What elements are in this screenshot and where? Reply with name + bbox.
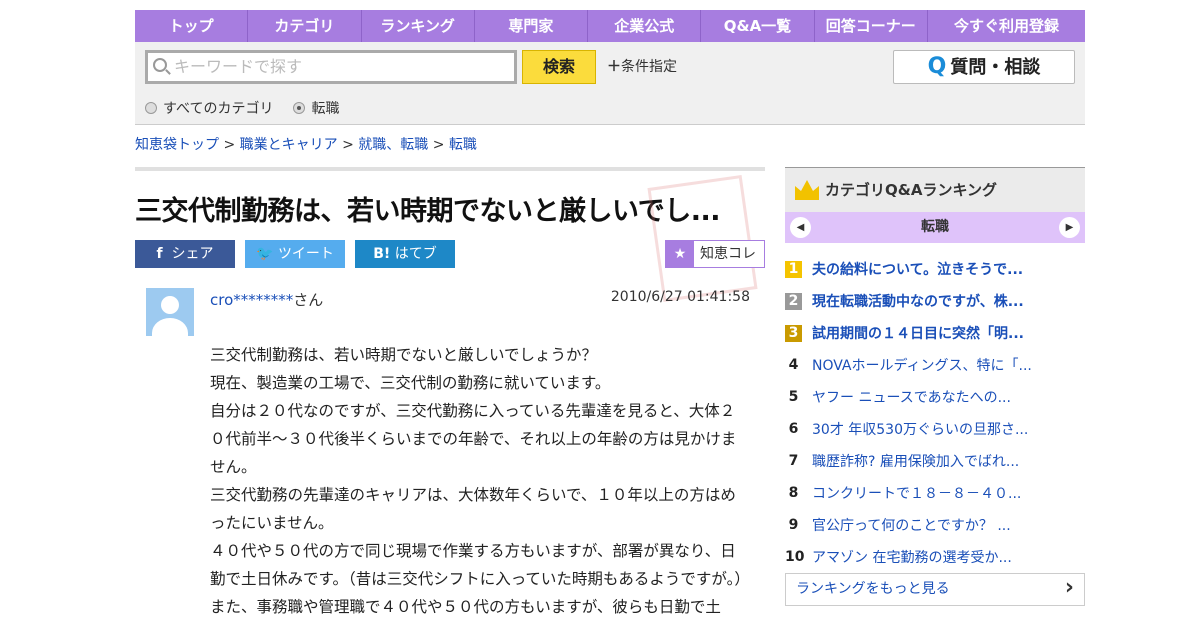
ranking-item: 2 現在転職活動中なのですが、株... (785, 285, 1085, 317)
breadcrumb-link[interactable]: 就職、転職 (358, 137, 428, 153)
q-icon: Q (927, 54, 947, 79)
facebook-share-button[interactable]: f シェア (135, 240, 235, 268)
body-line: 自分は２０代なのですが、三交代勤務に入っている先輩達を見ると、大体２０代前半～３… (210, 402, 737, 476)
avatar[interactable] (146, 288, 194, 336)
user-link[interactable]: cro******** (210, 291, 293, 309)
ranking-item: 9 官公庁って何のことですか？ ... (785, 509, 1085, 541)
search-button[interactable]: 検索 (522, 50, 596, 84)
radio-current-category[interactable]: 転職 (293, 98, 339, 118)
ranking-category: 転職 (921, 219, 949, 235)
question-body: 三交代制勤務は、若い時期でないと厳しいでしょうか？ 現在、製造業の工場で、三交代… (210, 341, 750, 621)
radio-label: すべてのカテゴリ (163, 101, 274, 117)
body-line: 三交代勤務の先輩達のキャリアは、大体数年くらいで、１０年以上の方はめったにいませ… (210, 486, 736, 532)
rank-number: 10 (785, 548, 805, 565)
more-ranking-link[interactable]: ランキングをもっと見る (785, 572, 1085, 606)
breadcrumb-link[interactable]: 転職 (449, 137, 477, 153)
radio-icon (145, 102, 157, 114)
body-line: ４０代や５０代の方で同じ現場で作業する方もいますが、部署が異なり、日勤で土日休み… (210, 542, 750, 588)
post-date: 2010/6/27 01:41:58 (610, 289, 750, 305)
ranking-title: カテゴリQ&Aランキング (825, 181, 997, 199)
nav-official[interactable]: 企業公式 (588, 10, 702, 42)
ranking-item: 5 ヤフー ニュースであなたへの... (785, 381, 1085, 413)
hatebu-button[interactable]: B! はてブ (355, 240, 455, 268)
nav-answer-corner[interactable]: 回答コーナー (815, 10, 928, 42)
ranking-item: 6 30才 年収530万ぐらいの旦那さ... (785, 413, 1085, 445)
category-ranking: カテゴリQ&Aランキング ◀ 転職 ▶ 1 夫の給料について。泣きそうで... 2 現在転… (785, 167, 1085, 606)
share-label: シェア (171, 246, 214, 262)
body-line: 三交代制勤務は、若い時期でないと厳しいでしょうか？ (210, 346, 598, 364)
crown-icon (795, 180, 819, 200)
conditions-link[interactable]: ＋条件指定 (607, 56, 677, 76)
rank-number: 6 (788, 420, 799, 437)
radio-selected-icon (293, 102, 306, 114)
star-icon: ★ (666, 241, 694, 267)
radio-all-categories[interactable]: すべてのカテゴリ (145, 98, 273, 118)
facebook-icon: f (156, 246, 163, 262)
ranking-item: 10 アマゾン 在宅勤務の選考受か... (785, 541, 1085, 573)
tweet-label: ツイート (277, 246, 334, 262)
rank-number: 1 (785, 260, 802, 278)
body-line: 現在、製造業の工場で、三交代制の勤務に就いています。 (210, 374, 611, 392)
plus-icon: ＋ (607, 59, 621, 75)
ranking-link[interactable]: 官公庁って何のことですか？ ... (812, 515, 1011, 535)
search-placeholder: キーワードで探す (174, 57, 303, 76)
breadcrumb-link[interactable]: 知恵袋トップ (135, 137, 219, 153)
body-line: また、事務職や管理職で４０代や５０代の方もいますが、彼らも日勤で土 (210, 598, 721, 616)
hatebu-label: はてブ (394, 246, 437, 262)
breadcrumb-link[interactable]: 職業とキャリア (240, 137, 338, 153)
ranking-link[interactable]: 30才 年収530万ぐらいの旦那さ... (812, 419, 1028, 439)
nav-top[interactable]: トップ (135, 10, 249, 42)
user-suffix: さん (293, 291, 324, 309)
search-icon (153, 58, 167, 72)
hatena-icon: B! (373, 246, 391, 262)
nav-register[interactable]: 今すぐ利用登録 (928, 10, 1085, 42)
ranking-link[interactable]: ヤフー ニュースであなたへの... (812, 387, 1011, 407)
resolved-stamp-watermark (647, 174, 758, 303)
nav-category[interactable]: カテゴリ (248, 10, 362, 42)
collect-label: 知恵コレ (700, 246, 756, 262)
ranking-item: 4 NOVAホールディングス、特に「... (785, 349, 1085, 381)
prev-arrow-icon[interactable]: ◀ (790, 217, 811, 238)
ranking-link[interactable]: NOVAホールディングス、特に「... (812, 355, 1032, 375)
radio-label: 転職 (311, 101, 340, 117)
ranking-link[interactable]: 職歴詐称? 雇用保険加入でばれ... (812, 451, 1019, 471)
ranking-link[interactable]: アマゾン 在宅勤務の選考受か... (812, 547, 1012, 567)
ranking-link[interactable]: 現在転職活動中なのですが、株... (812, 291, 1024, 311)
ranking-link[interactable]: 夫の給料について。泣きそうで... (812, 259, 1023, 279)
rank-number: 2 (785, 292, 802, 310)
ask-label: 質問・相談 (950, 57, 1041, 78)
rank-number: 3 (785, 324, 802, 342)
ranking-link[interactable]: コンクリートで１８－８－４０... (812, 483, 1021, 503)
question-area: 三交代制勤務は、若い時期でないと厳しいでし... f シェア 🐦 ツイート B!… (135, 167, 765, 616)
ranking-item: 1 夫の給料について。泣きそうで... (785, 253, 1085, 285)
rank-number: 7 (788, 452, 799, 469)
global-nav: トップ カテゴリ ランキング 専門家 企業公式 Q&A一覧 回答コーナー 今すぐ… (135, 10, 1085, 42)
rank-number: 9 (788, 516, 799, 533)
nav-qa-list[interactable]: Q&A一覧 (701, 10, 815, 42)
rank-number: 5 (788, 388, 799, 405)
search-bar: キーワードで探す 検索 ＋条件指定 Q 質問・相談 すべてのカテゴリ 転職 (135, 42, 1085, 125)
twitter-icon: 🐦 (256, 246, 274, 262)
ranking-item: 7 職歴詐称? 雇用保険加入でばれ... (785, 445, 1085, 477)
ask-question-button[interactable]: Q 質問・相談 (893, 50, 1075, 84)
next-arrow-icon[interactable]: ▶ (1059, 217, 1080, 238)
rank-number: 8 (788, 484, 799, 501)
breadcrumb: 知恵袋トップ > 職業とキャリア > 就職、転職 > 転職 (135, 137, 477, 153)
ranking-item: 8 コンクリートで１８－８－４０... (785, 477, 1085, 509)
rank-number: 4 (788, 356, 799, 373)
ranking-item: 3 試用期間の１４日目に突然「明... (785, 317, 1085, 349)
ranking-link[interactable]: 試用期間の１４日目に突然「明... (812, 323, 1024, 343)
nav-experts[interactable]: 専門家 (475, 10, 589, 42)
nav-ranking[interactable]: ランキング (362, 10, 475, 42)
conditions-label: 条件指定 (621, 59, 677, 75)
search-input[interactable]: キーワードで探す (145, 50, 517, 84)
collect-button[interactable]: ★ 知恵コレ (665, 240, 765, 268)
tweet-button[interactable]: 🐦 ツイート (245, 240, 345, 268)
